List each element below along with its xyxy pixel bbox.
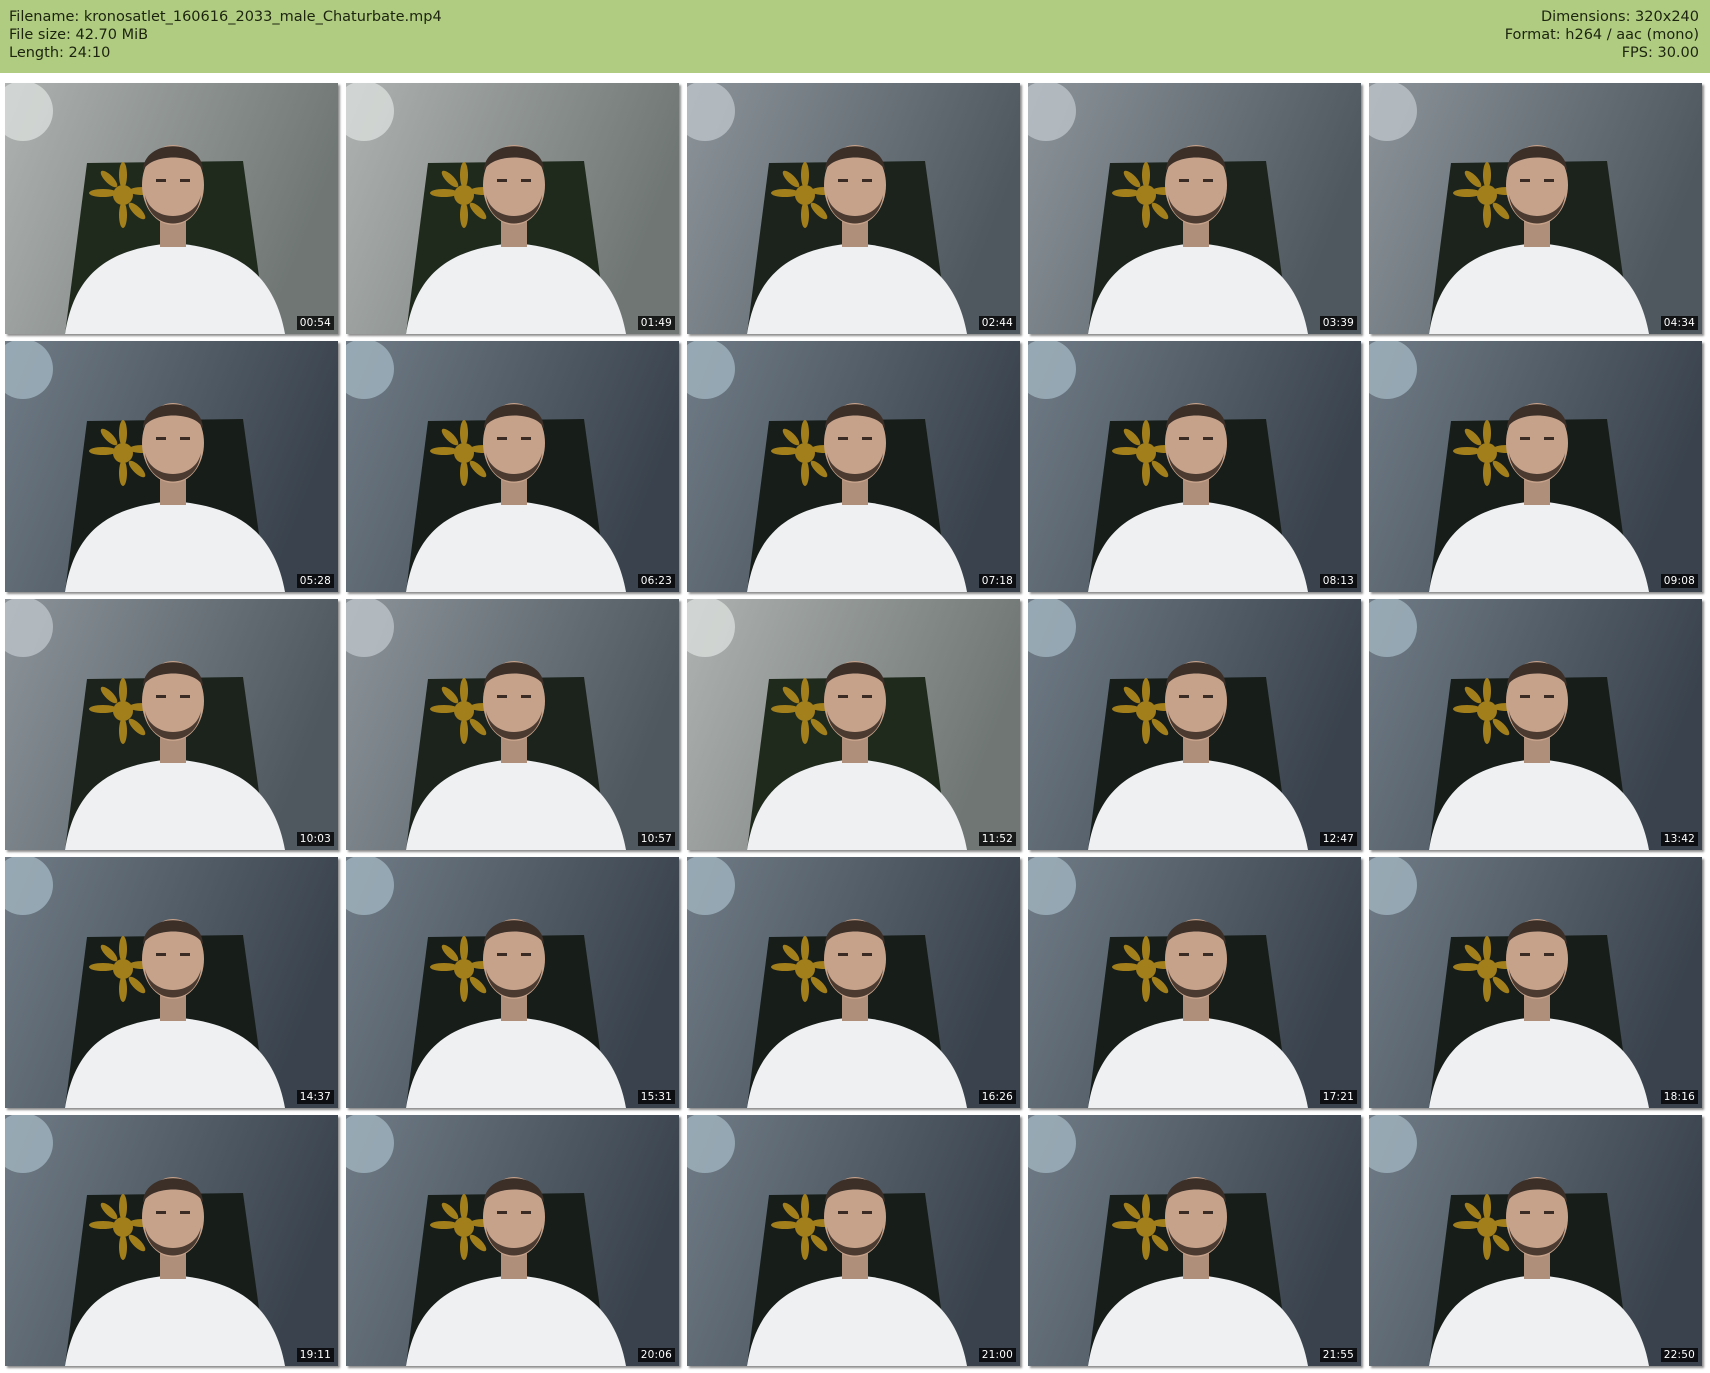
timestamp-label: 02:44 [978, 316, 1016, 330]
timestamp-label: 21:55 [1319, 1348, 1357, 1362]
frame-image [687, 83, 1020, 334]
timestamp-label: 06:23 [637, 574, 675, 588]
video-thumbnail: 05:28 [5, 341, 338, 592]
video-thumbnail: 02:44 [687, 83, 1020, 334]
frame-image [1369, 857, 1702, 1108]
frame-image [1369, 1115, 1702, 1366]
frame-image [5, 341, 338, 592]
timestamp-label: 05:28 [296, 574, 334, 588]
video-thumbnail: 00:54 [5, 83, 338, 334]
frame-image [5, 857, 338, 1108]
video-thumbnail: 19:11 [5, 1115, 338, 1366]
frame-image [1028, 857, 1361, 1108]
video-thumbnail: 15:31 [346, 857, 679, 1108]
frame-image [346, 599, 679, 850]
timestamp-label: 17:21 [1319, 1090, 1357, 1104]
timestamp-label: 21:00 [978, 1348, 1016, 1362]
video-thumbnail: 04:34 [1369, 83, 1702, 334]
video-thumbnail: 14:37 [5, 857, 338, 1108]
frame-image [1028, 1115, 1361, 1366]
frame-image [346, 1115, 679, 1366]
video-thumbnail: 10:03 [5, 599, 338, 850]
timestamp-label: 11:52 [978, 832, 1016, 846]
timestamp-label: 20:06 [637, 1348, 675, 1362]
video-thumbnail: 08:13 [1028, 341, 1361, 592]
frame-image [1369, 83, 1702, 334]
video-thumbnail: 13:42 [1369, 599, 1702, 850]
frame-image [346, 857, 679, 1108]
frame-image [1028, 83, 1361, 334]
timestamp-label: 04:34 [1660, 316, 1698, 330]
timestamp-label: 10:03 [296, 832, 334, 846]
frame-image [687, 857, 1020, 1108]
timestamp-label: 09:08 [1660, 574, 1698, 588]
video-thumbnail: 20:06 [346, 1115, 679, 1366]
timestamp-label: 08:13 [1319, 574, 1357, 588]
timestamp-label: 12:47 [1319, 832, 1357, 846]
video-thumbnail: 21:00 [687, 1115, 1020, 1366]
frame-image [1028, 341, 1361, 592]
video-thumbnail: 06:23 [346, 341, 679, 592]
frame-image [687, 1115, 1020, 1366]
video-thumbnail: 09:08 [1369, 341, 1702, 592]
frame-image [1369, 599, 1702, 850]
video-thumbnail: 03:39 [1028, 83, 1361, 334]
video-thumbnail: 16:26 [687, 857, 1020, 1108]
video-thumbnail: 12:47 [1028, 599, 1361, 850]
frame-image [687, 341, 1020, 592]
timestamp-label: 03:39 [1319, 316, 1357, 330]
timestamp-label: 13:42 [1660, 832, 1698, 846]
frame-image [1028, 599, 1361, 850]
timestamp-label: 18:16 [1660, 1090, 1698, 1104]
frame-image [5, 1115, 338, 1366]
timestamp-label: 10:57 [637, 832, 675, 846]
frame-image [346, 341, 679, 592]
timestamp-label: 16:26 [978, 1090, 1016, 1104]
video-thumbnail: 18:16 [1369, 857, 1702, 1108]
frame-image [346, 83, 679, 334]
frame-image [1369, 341, 1702, 592]
frame-image [5, 599, 338, 850]
video-thumbnail: 07:18 [687, 341, 1020, 592]
frame-image [5, 83, 338, 334]
timestamp-label: 19:11 [296, 1348, 334, 1362]
video-thumbnail: 17:21 [1028, 857, 1361, 1108]
video-thumbnail: 21:55 [1028, 1115, 1361, 1366]
timestamp-label: 01:49 [637, 316, 675, 330]
timestamp-label: 00:54 [296, 316, 334, 330]
video-thumbnail: 10:57 [346, 599, 679, 850]
timestamp-label: 07:18 [978, 574, 1016, 588]
frame-image [687, 599, 1020, 850]
video-thumbnail: 01:49 [346, 83, 679, 334]
timestamp-label: 14:37 [296, 1090, 334, 1104]
thumbnail-grid: 00:54 01:49 02:44 03:39 04:34 05:28 06:23 07:18… [0, 0, 1710, 1373]
video-thumbnail: 22:50 [1369, 1115, 1702, 1366]
timestamp-label: 15:31 [637, 1090, 675, 1104]
timestamp-label: 22:50 [1660, 1348, 1698, 1362]
video-thumbnail: 11:52 [687, 599, 1020, 850]
